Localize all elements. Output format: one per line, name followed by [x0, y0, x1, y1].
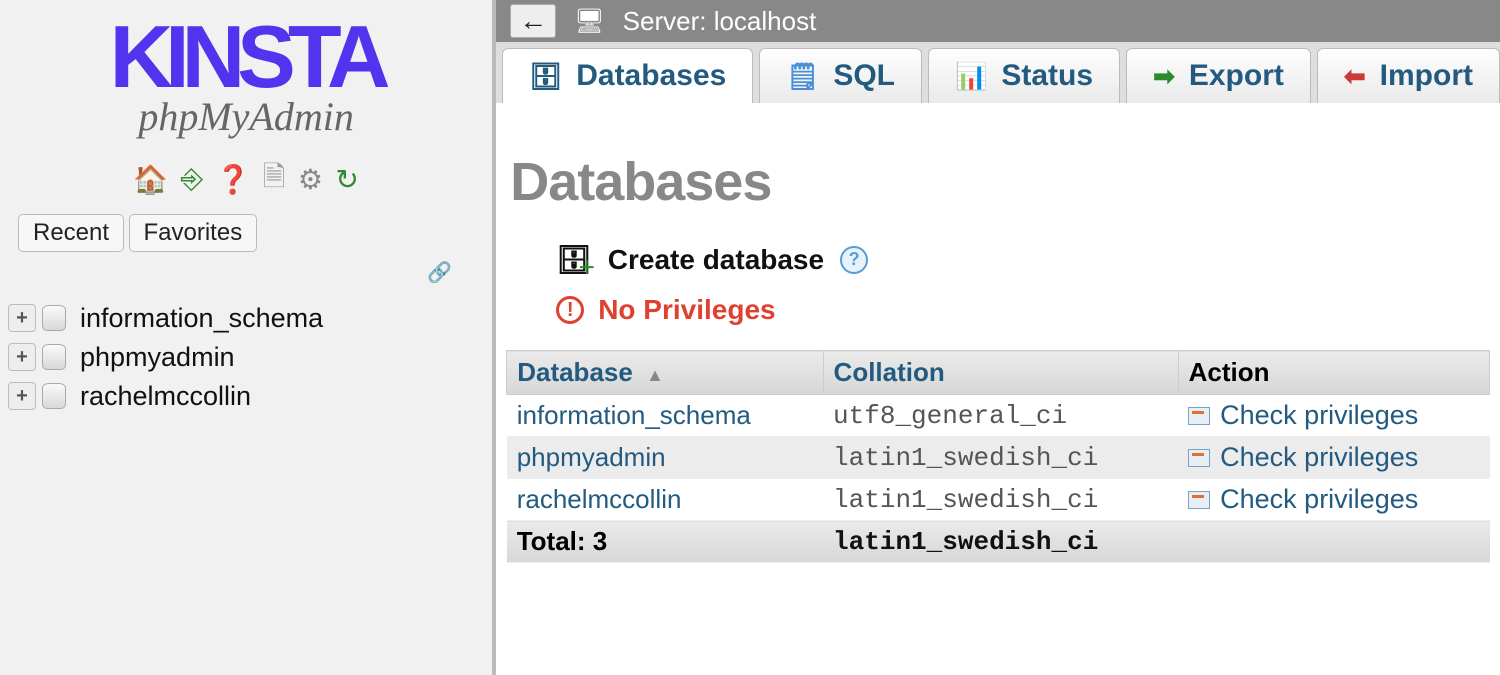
total-label: Total: 3 — [507, 521, 823, 563]
table-header-row: Database ▲ Collation Action — [507, 351, 1490, 395]
tabs: 🗄 Databases 🗒 SQL 📊 Status ➡ Export ⬅ Im… — [496, 42, 1500, 103]
gear-icon[interactable]: ⚙ — [298, 163, 323, 196]
collation-value: utf8_general_ci — [823, 395, 1178, 437]
table-row: rachelmccollin latin1_swedish_ci Check p… — [507, 479, 1490, 521]
tree-item-label: phpmyadmin — [80, 342, 235, 373]
exit-icon[interactable]: ⎆ — [181, 163, 203, 196]
help-icon[interactable]: ? — [840, 246, 868, 274]
import-icon: ⬅ — [1344, 61, 1366, 92]
col-action: Action — [1178, 351, 1489, 395]
create-database-row: 🗄＋ Create database ? — [506, 243, 1490, 294]
tree-item-label: rachelmccollin — [80, 381, 251, 412]
alert-icon: ! — [556, 296, 584, 324]
favorites-button[interactable]: Favorites — [129, 214, 258, 252]
privileges-icon — [1188, 449, 1210, 467]
sidebar: KINSTA phpMyAdmin 🏠 ⎆ ❓ 🗎 ⚙ ↻ Recent Fav… — [0, 0, 496, 675]
database-tree: + information_schema + phpmyadmin + rach… — [0, 291, 492, 416]
tab-status[interactable]: 📊 Status — [928, 48, 1120, 103]
no-privileges-text: No Privileges — [598, 294, 775, 326]
home-icon[interactable]: 🏠 — [133, 163, 168, 196]
main: ← 🖥 Server: localhost 🗄 Databases 🗒 SQL … — [496, 0, 1500, 675]
col-collation[interactable]: Collation — [823, 351, 1178, 395]
filter-buttons: Recent Favorites — [18, 214, 492, 252]
tab-label: Status — [1001, 59, 1093, 93]
expand-icon[interactable]: + — [8, 343, 36, 371]
privileges-icon — [1188, 491, 1210, 509]
col-label: Database — [517, 357, 633, 387]
database-icon — [42, 344, 66, 370]
database-link[interactable]: information_schema — [517, 400, 751, 430]
reload-icon[interactable]: ↻ — [335, 163, 358, 196]
content: Databases 🗄＋ Create database ? ! No Priv… — [496, 103, 1500, 563]
sidebar-toolbar: 🏠 ⎆ ❓ 🗎 ⚙ ↻ — [0, 156, 492, 204]
document-icon[interactable]: 🗎 — [263, 156, 286, 204]
tree-item[interactable]: + information_schema — [8, 299, 492, 338]
total-collation: latin1_swedish_ci — [823, 521, 1178, 563]
back-button[interactable]: ← — [510, 4, 556, 38]
database-icon: 🗄 — [529, 61, 562, 92]
tab-label: Import — [1380, 59, 1473, 93]
create-database-icon: 🗄＋ — [556, 243, 592, 276]
privileges-icon — [1188, 407, 1210, 425]
export-icon: ➡ — [1153, 61, 1175, 92]
tab-sql[interactable]: 🗒 SQL — [759, 48, 922, 103]
col-label: Collation — [834, 357, 945, 387]
recent-button[interactable]: Recent — [18, 214, 124, 252]
server-icon: 🖥 — [574, 7, 604, 36]
expand-icon[interactable]: + — [8, 382, 36, 410]
product-logo: phpMyAdmin — [20, 93, 472, 140]
server-bar: ← 🖥 Server: localhost — [496, 0, 1500, 42]
no-privileges-row: ! No Privileges — [506, 294, 1490, 350]
check-privileges-link[interactable]: Check privileges — [1220, 400, 1418, 431]
expand-icon[interactable]: + — [8, 304, 36, 332]
sql-icon: 🗒 — [786, 61, 819, 92]
database-icon — [42, 305, 66, 331]
page-title: Databases — [506, 123, 1490, 243]
collation-value: latin1_swedish_ci — [823, 479, 1178, 521]
tree-item[interactable]: + phpmyadmin — [8, 338, 492, 377]
link-icon[interactable]: 🔗 — [0, 252, 492, 291]
status-icon: 📊 — [955, 61, 987, 92]
server-label: Server: localhost — [623, 6, 817, 37]
table-row: phpmyadmin latin1_swedish_ci Check privi… — [507, 437, 1490, 479]
tab-import[interactable]: ⬅ Import — [1317, 48, 1500, 103]
database-link[interactable]: rachelmccollin — [517, 484, 682, 514]
tab-databases[interactable]: 🗄 Databases — [502, 48, 753, 103]
tree-item-label: information_schema — [80, 303, 323, 334]
sort-asc-icon: ▲ — [646, 365, 664, 385]
brand-logo: KINSTA — [20, 20, 472, 95]
col-label: Action — [1189, 357, 1270, 387]
database-icon — [42, 383, 66, 409]
create-database-label[interactable]: Create database — [608, 244, 824, 276]
tree-item[interactable]: + rachelmccollin — [8, 377, 492, 416]
database-table: Database ▲ Collation Action information_… — [506, 350, 1490, 563]
tab-export[interactable]: ➡ Export — [1126, 48, 1311, 103]
tab-label: Export — [1189, 59, 1284, 93]
help-icon[interactable]: ❓ — [216, 163, 251, 196]
check-privileges-link[interactable]: Check privileges — [1220, 442, 1418, 473]
check-privileges-link[interactable]: Check privileges — [1220, 484, 1418, 515]
logo: KINSTA phpMyAdmin — [0, 10, 492, 140]
tab-label: SQL — [833, 59, 895, 93]
table-total-row: Total: 3 latin1_swedish_ci — [507, 521, 1490, 563]
database-link[interactable]: phpmyadmin — [517, 442, 666, 472]
collation-value: latin1_swedish_ci — [823, 437, 1178, 479]
tab-label: Databases — [576, 59, 726, 93]
table-row: information_schema utf8_general_ci Check… — [507, 395, 1490, 437]
col-database[interactable]: Database ▲ — [507, 351, 823, 395]
